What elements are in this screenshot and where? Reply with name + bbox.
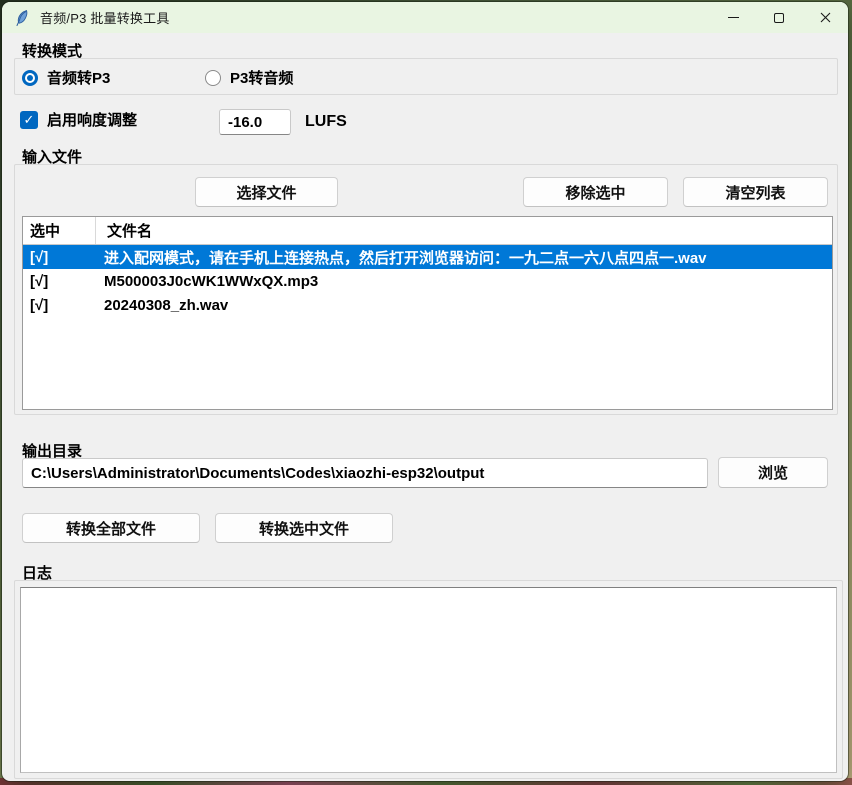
file-table: 选中 文件名 [√] 进入配网模式，请在手机上连接热点，然后打开浏览器访问：一九…: [22, 216, 833, 410]
row-filename: M500003J0cWK1WWxQX.mp3: [96, 273, 318, 290]
row-check-mark: [√]: [23, 249, 96, 266]
remove-selected-button[interactable]: 移除选中: [523, 177, 668, 207]
lufs-input[interactable]: [219, 109, 291, 135]
select-files-button[interactable]: 选择文件: [195, 177, 338, 207]
lufs-unit-label: LUFS: [305, 113, 347, 131]
convert-all-button[interactable]: 转换全部文件: [22, 513, 200, 543]
radio-p3-to-audio-label: P3转音频: [230, 67, 293, 88]
close-icon: [820, 12, 831, 23]
file-table-header: 选中 文件名: [23, 217, 832, 245]
mode-groupbox: [14, 58, 838, 95]
tk-feather-icon: [13, 9, 31, 27]
radio-audio-to-p3-label: 音频转P3: [47, 67, 110, 88]
loudness-checkbox-label: 启用响度调整: [47, 109, 137, 130]
titlebar[interactable]: 音频/P3 批量转换工具: [2, 2, 848, 33]
log-textarea[interactable]: [20, 587, 837, 773]
table-row[interactable]: [√] M500003J0cWK1WWxQX.mp3: [23, 269, 832, 293]
minimize-icon: [728, 17, 739, 18]
header-filename-column[interactable]: 文件名: [96, 220, 152, 241]
clear-list-button[interactable]: 清空列表: [683, 177, 828, 207]
minimize-button[interactable]: [710, 2, 756, 33]
convert-selected-button[interactable]: 转换选中文件: [215, 513, 393, 543]
check-icon: ✓: [24, 112, 35, 128]
radio-unselected-icon: [205, 70, 221, 86]
app-window: 音频/P3 批量转换工具 转换模式 音频转P3 P3转音频 ✓ 启用响度调整 L…: [2, 2, 848, 781]
loudness-checkbox[interactable]: ✓: [20, 111, 38, 129]
loudness-checkbox-row: ✓ 启用响度调整: [20, 109, 137, 130]
maximize-icon: [774, 13, 784, 23]
table-row[interactable]: [√] 进入配网模式，请在手机上连接热点，然后打开浏览器访问：一九二点一六八点四…: [23, 245, 832, 269]
browse-button[interactable]: 浏览: [718, 457, 828, 488]
window-title: 音频/P3 批量转换工具: [40, 8, 170, 27]
row-check-mark: [√]: [23, 273, 96, 290]
maximize-button[interactable]: [756, 2, 802, 33]
row-filename: 进入配网模式，请在手机上连接热点，然后打开浏览器访问：一九二点一六八点四点一.w…: [96, 247, 707, 268]
window-controls: [710, 2, 848, 33]
table-row[interactable]: [√] 20240308_zh.wav: [23, 293, 832, 317]
close-button[interactable]: [802, 2, 848, 33]
row-filename: 20240308_zh.wav: [96, 297, 228, 314]
radio-selected-icon: [22, 70, 38, 86]
radio-audio-to-p3[interactable]: 音频转P3: [22, 67, 110, 88]
output-dir-input[interactable]: [22, 458, 708, 488]
row-check-mark: [√]: [23, 297, 96, 314]
radio-p3-to-audio[interactable]: P3转音频: [205, 67, 293, 88]
header-checked-column[interactable]: 选中: [23, 217, 96, 244]
